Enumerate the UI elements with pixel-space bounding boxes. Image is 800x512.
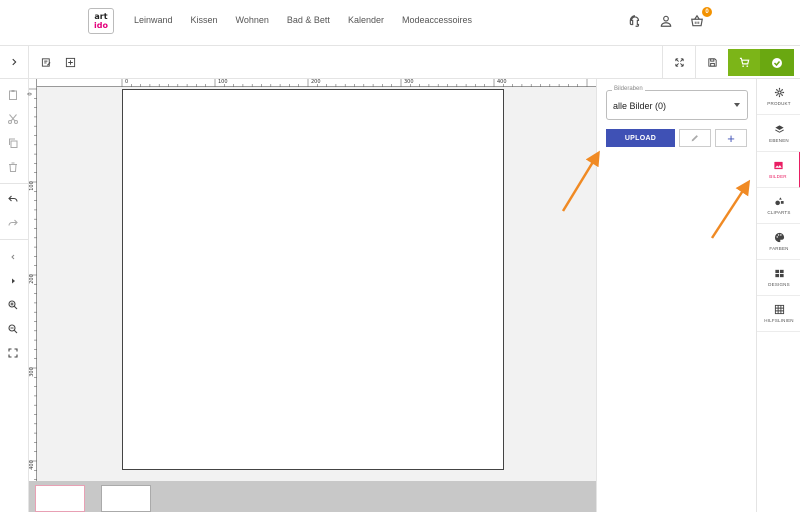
- zoom-out-icon[interactable]: [7, 323, 21, 337]
- ruler-top-label: 100: [218, 79, 228, 85]
- ruler-top-label: 400: [497, 79, 507, 85]
- add-box-button[interactable]: [62, 46, 78, 78]
- site-header: art ido Leinwand Kissen Wohnen Bad & Bet…: [0, 0, 800, 46]
- expand-panel-button[interactable]: [0, 46, 29, 78]
- fullscreen-icon: [674, 57, 684, 67]
- tab-label: DESIGNS: [768, 282, 790, 287]
- edit-image-button[interactable]: [679, 129, 711, 147]
- add-image-button[interactable]: +: [715, 129, 747, 147]
- fullscreen-button[interactable]: [662, 46, 695, 78]
- redo-icon[interactable]: [7, 217, 21, 231]
- palette-icon: [774, 232, 784, 243]
- edit-note-icon: [41, 57, 50, 67]
- nav-kalender[interactable]: Kalender: [348, 15, 384, 25]
- ruler-top: 0 100 200 300 400: [29, 79, 596, 87]
- ruler-left-label: 100: [28, 181, 35, 191]
- tab-bilder[interactable]: BILDER: [757, 152, 800, 188]
- copy-icon[interactable]: [7, 137, 21, 151]
- ruler-left: 0 100 200 300 400: [27, 79, 37, 481]
- basket-icon[interactable]: [690, 14, 704, 28]
- save-icon: [707, 57, 717, 67]
- ruler-top-label: 200: [311, 79, 321, 85]
- cliparts-icon: [774, 197, 784, 206]
- logo-line-1: art: [94, 12, 108, 21]
- ruler-left-label: 200: [28, 274, 35, 284]
- gear-icon: [774, 87, 784, 98]
- logo-line-2: ido: [94, 21, 108, 30]
- left-tool-bar: [0, 79, 29, 512]
- tab-label: PRODUKT: [767, 101, 791, 106]
- chevron-left-icon[interactable]: [7, 251, 21, 265]
- designs-icon: [774, 269, 784, 278]
- cart-count-badge: 0: [702, 7, 712, 17]
- nav-kissen[interactable]: Kissen: [191, 15, 218, 25]
- check-circle-icon: [772, 57, 782, 68]
- caret-down-icon: [734, 103, 740, 107]
- undo-icon[interactable]: [7, 193, 21, 207]
- tab-produkt[interactable]: PRODUKT: [757, 79, 800, 115]
- fit-screen-icon[interactable]: [7, 347, 21, 361]
- play-icon[interactable]: [7, 275, 21, 289]
- ruler-top-label: 300: [404, 79, 414, 85]
- layers-icon: [774, 125, 784, 133]
- cut-icon[interactable]: [7, 113, 21, 127]
- image-icon: [773, 161, 783, 170]
- images-panel: Bilderaben alle Bilder (0) UPLOAD +: [596, 79, 756, 512]
- nav-modeaccessoires[interactable]: Modeaccessoires: [402, 15, 472, 25]
- paste-icon[interactable]: [7, 89, 21, 103]
- tab-ebenen[interactable]: EBENEN: [757, 116, 800, 152]
- tab-label: HILFSLINIEN: [764, 318, 794, 323]
- nav-wohnen[interactable]: Wohnen: [236, 15, 269, 25]
- editor-toolbar: [0, 46, 800, 79]
- tab-designs[interactable]: DESIGNS: [757, 260, 800, 296]
- edit-note-button[interactable]: [38, 46, 54, 78]
- zoom-in-icon[interactable]: [7, 299, 21, 313]
- page-thumbnails: [29, 481, 596, 512]
- design-artboard[interactable]: [122, 89, 504, 470]
- ruler-left-label: 400: [28, 460, 35, 470]
- grid-icon: [774, 304, 784, 315]
- chevron-right-icon: [12, 58, 17, 66]
- thumbnail-front[interactable]: [35, 485, 85, 512]
- tab-label: FARBEN: [769, 246, 789, 251]
- artido-logo[interactable]: art ido: [88, 8, 114, 34]
- nav-bad-bett[interactable]: Bad & Bett: [287, 15, 330, 25]
- save-button[interactable]: [695, 46, 728, 78]
- add-box-icon: [65, 57, 75, 67]
- pencil-icon: [691, 135, 698, 142]
- right-tab-bar: PRODUKT EBENEN BILDER CLIPARTS FARBEN DE…: [756, 79, 800, 512]
- tab-cliparts[interactable]: CLIPARTS: [757, 188, 800, 224]
- delete-icon[interactable]: [7, 161, 21, 175]
- thumbnail-back[interactable]: [101, 485, 151, 512]
- tab-label: CLIPARTS: [767, 210, 791, 215]
- tab-farben[interactable]: FARBEN: [757, 224, 800, 260]
- user-icon[interactable]: [659, 14, 673, 28]
- image-layer-legend: Bilderaben: [612, 86, 645, 92]
- ruler-left-label: 300: [28, 367, 35, 377]
- upload-button[interactable]: UPLOAD: [606, 129, 675, 147]
- finish-button[interactable]: [760, 49, 794, 76]
- add-to-cart-button[interactable]: [728, 49, 760, 76]
- image-layer-select[interactable]: Bilderaben alle Bilder (0): [606, 86, 748, 120]
- tab-label: BILDER: [769, 174, 787, 179]
- ruler-top-label: 0: [125, 79, 129, 85]
- nav-leinwand[interactable]: Leinwand: [134, 15, 173, 25]
- ruler-left-label: 0: [27, 92, 34, 96]
- canvas-work-area[interactable]: 0 100 200 300 400 0 100 200 300 400: [27, 79, 596, 481]
- image-layer-value: alle Bilder (0): [613, 101, 667, 111]
- tab-label: EBENEN: [769, 138, 789, 143]
- support-headset-icon[interactable]: [628, 14, 642, 28]
- main-nav: Leinwand Kissen Wohnen Bad & Bett Kalend…: [134, 15, 490, 25]
- tab-hilfslinien[interactable]: HILFSLINIEN: [757, 296, 800, 332]
- cart-icon: [739, 57, 749, 67]
